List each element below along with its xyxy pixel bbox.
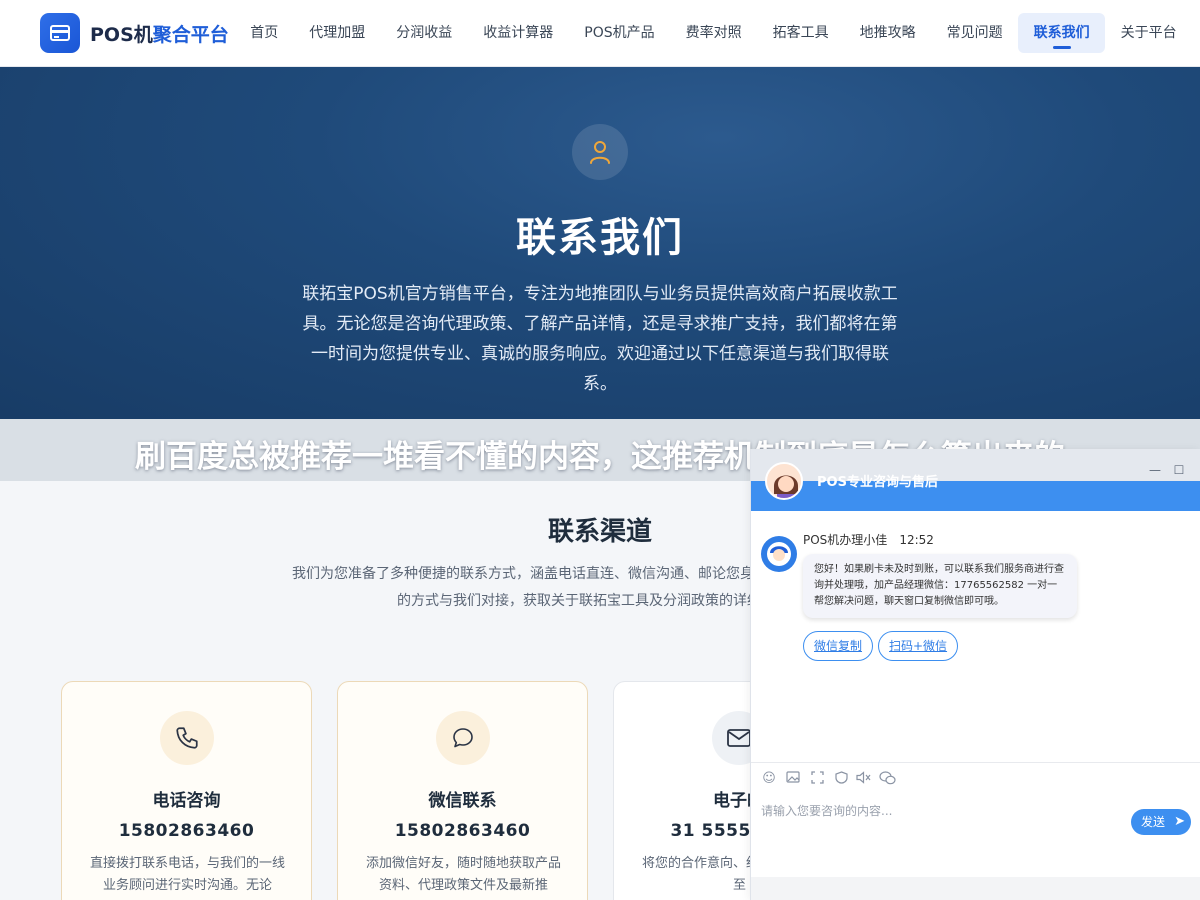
card-title: 电话咨询	[152, 791, 221, 811]
page-title: 联系我们	[516, 215, 684, 261]
phone-icon	[160, 711, 214, 765]
chat-header: POS专业咨询与售后 — ☐	[751, 449, 1200, 511]
site-logo[interactable]: POS机聚合平台	[40, 13, 229, 53]
message-time: 12:52	[899, 533, 934, 547]
send-button[interactable]: 发送 ➤	[1131, 809, 1191, 835]
maximize-icon[interactable]: ☐	[1172, 463, 1186, 477]
nav-item-about[interactable]: 关于平台	[1105, 13, 1192, 53]
chat-message-input[interactable]	[761, 801, 1121, 821]
send-label: 发送	[1141, 815, 1166, 829]
nav-item-profit[interactable]: 分润收益	[381, 13, 468, 53]
phone-number[interactable]: 15802863460	[62, 821, 311, 841]
logo-text-accent: 聚合平台	[152, 23, 229, 46]
hero-description: 联拓宝POS机官方销售平台，专注为地推团队与业务员提供高效商户拓展收款工具。无论…	[302, 284, 898, 394]
chat-bubble-icon	[436, 711, 490, 765]
copy-wechat-button[interactable]: 微信复制	[803, 631, 874, 661]
message-bubble: 您好！如果刷卡未及时到账，可以联系我们服务商进行查询并处理哦，加产品经理微信：1…	[803, 554, 1077, 618]
nav-item-agent[interactable]: 代理加盟	[294, 13, 381, 53]
scan-wechat-button[interactable]: 扫码+微信	[878, 631, 959, 661]
contact-card-wechat[interactable]: 微信联系 15802863460 添加微信好友，随时随地获取产品资料、代理政策文…	[337, 681, 588, 900]
nav-item-rates[interactable]: 费率对照	[670, 13, 757, 53]
nav-item-calculator[interactable]: 收益计算器	[468, 13, 569, 53]
card-icon	[40, 13, 80, 53]
wechat-icon[interactable]	[879, 771, 896, 787]
rating-icon[interactable]	[833, 771, 849, 787]
minimize-icon[interactable]: —	[1148, 463, 1162, 477]
nav-item-guide[interactable]: 地推攻略	[844, 13, 931, 53]
chat-toolbar-divider	[751, 762, 1200, 763]
chat-footer	[751, 877, 1200, 900]
logo-text: POS机聚合平台	[90, 20, 229, 47]
contact-card-phone[interactable]: 电话咨询 15802863460 直接拨打联系电话，与我们的一线业务顾问进行实时…	[61, 681, 312, 900]
screenshot-icon[interactable]	[809, 771, 825, 787]
top-header: POS机聚合平台 首页 代理加盟 分润收益 收益计算器 POS机产品 费率对照 …	[0, 0, 1200, 67]
agent-name: POS机办理小佳	[803, 533, 888, 547]
card-title: 微信联系	[428, 791, 497, 811]
main-nav: 首页 代理加盟 分润收益 收益计算器 POS机产品 费率对照 拓客工具 地推攻略…	[235, 0, 1192, 67]
emoji-icon[interactable]: ☺	[761, 771, 777, 787]
chat-widget: POS专业咨询与售后 — ☐ POS机办理小佳 12:52 您好！如果刷卡未及时到…	[750, 449, 1200, 900]
logo-text-main: POS机	[90, 23, 153, 46]
nav-item-products[interactable]: POS机产品	[569, 13, 670, 53]
wechat-number[interactable]: 15802863460	[338, 821, 587, 841]
image-icon[interactable]	[785, 771, 801, 787]
message-meta: POS机办理小佳 12:52	[803, 531, 934, 548]
voice-icon[interactable]	[855, 771, 871, 787]
page: POS机聚合平台 首页 代理加盟 分润收益 收益计算器 POS机产品 费率对照 …	[0, 0, 1200, 900]
hero-section: 联系我们 联拓宝POS机官方销售平台，专注为地推团队与业务员提供高效商户拓展收款…	[0, 67, 1200, 419]
card-description: 添加微信好友，随时随地获取产品资料、代理政策文件及最新推	[365, 856, 561, 893]
user-icon	[572, 124, 628, 180]
nav-item-tools[interactable]: 拓客工具	[757, 13, 844, 53]
agent-avatar	[765, 462, 803, 500]
nav-item-contact[interactable]: 联系我们	[1018, 13, 1106, 53]
chat-header-title: POS专业咨询与售后	[817, 475, 938, 490]
agent-message-avatar	[761, 536, 797, 572]
card-description: 直接拨打联系电话，与我们的一线业务顾问进行实时沟通。无论	[89, 856, 285, 893]
nav-item-home[interactable]: 首页	[235, 13, 294, 53]
nav-item-faq[interactable]: 常见问题	[931, 13, 1018, 53]
send-arrow-icon: ➤	[1174, 814, 1185, 829]
